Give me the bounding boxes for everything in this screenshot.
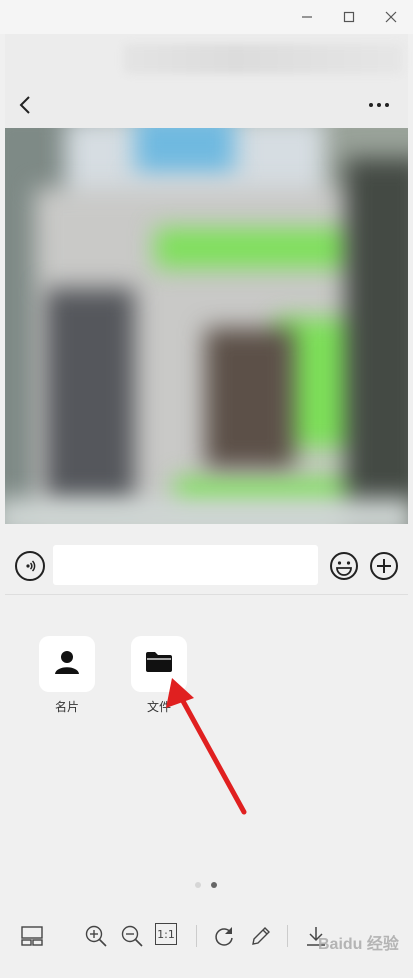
plus-icon[interactable] — [369, 551, 399, 581]
actual-size-button[interactable]: 1:1 — [155, 923, 177, 945]
chat-title-blurred — [123, 44, 403, 74]
baidu-jingyan-watermark: Baidu 经验 — [318, 936, 399, 953]
contact-card-icon — [54, 649, 80, 680]
maximize-icon[interactable] — [332, 0, 366, 34]
contact-card-label: 名片 — [54, 700, 79, 714]
emoji-icon[interactable] — [329, 551, 359, 581]
annotation-arrow — [166, 678, 247, 815]
toolbar-divider — [196, 925, 197, 947]
layout-icon[interactable] — [19, 923, 45, 949]
pager-dot-1[interactable] — [195, 882, 201, 888]
close-icon[interactable] — [374, 0, 408, 34]
pager-dot-2[interactable] — [211, 882, 217, 888]
more-dots-icon[interactable] — [364, 92, 394, 118]
contact-card-button[interactable] — [39, 636, 95, 692]
zoom-in-icon[interactable] — [83, 923, 109, 949]
zoom-out-icon[interactable] — [119, 923, 145, 949]
rotate-icon[interactable] — [211, 923, 237, 949]
message-input[interactable] — [53, 545, 318, 585]
edit-pencil-icon[interactable] — [248, 923, 274, 949]
chat-image-preview[interactable] — [5, 128, 408, 524]
divider — [5, 594, 408, 595]
minimize-icon[interactable] — [290, 0, 324, 34]
voice-icon[interactable] — [15, 551, 45, 581]
chevron-left-icon[interactable] — [12, 92, 38, 118]
toolbar-divider — [287, 925, 288, 947]
